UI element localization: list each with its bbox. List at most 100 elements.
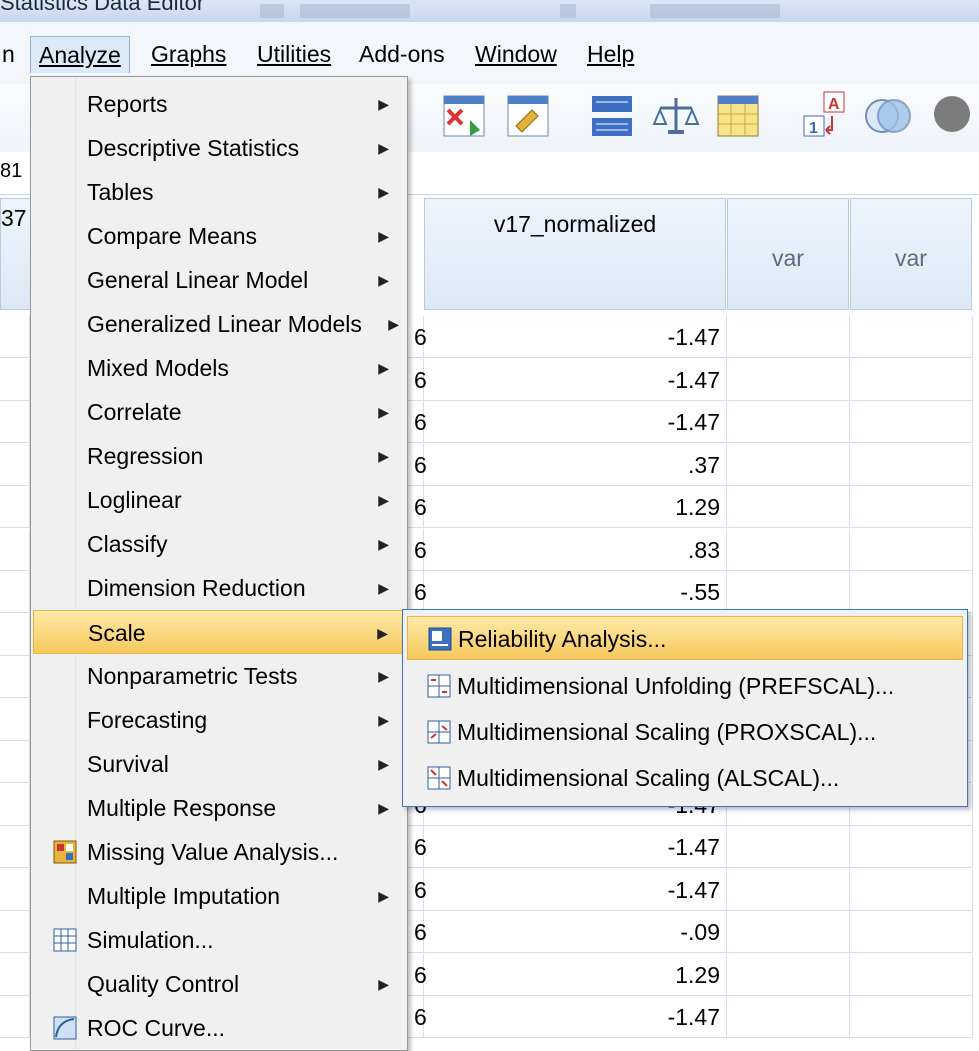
menu-item-tables[interactable]: Tables ▶: [33, 170, 405, 214]
table-cell-v17-normalized[interactable]: 1.29: [424, 953, 727, 996]
table-cell-v17-normalized[interactable]: -1.47: [424, 316, 727, 358]
weight-cases-icon[interactable]: [650, 90, 702, 142]
menu-item-survival[interactable]: Survival ▶: [33, 742, 405, 786]
table-cell-v17-normalized[interactable]: -1.47: [424, 401, 727, 443]
select-cases-icon[interactable]: [714, 90, 766, 142]
column-header[interactable]: 37: [0, 198, 32, 310]
table-cell-v17-normalized[interactable]: .37: [424, 443, 727, 486]
table-cell-var[interactable]: [850, 486, 973, 528]
menu-transform[interactable]: n: [0, 36, 23, 72]
table-cell[interactable]: [0, 996, 30, 1038]
menu-item-multiple-imputation[interactable]: Multiple Imputation ▶: [33, 874, 405, 918]
table-cell[interactable]: [0, 443, 30, 486]
submenu-arrow-icon: ▶: [378, 580, 389, 596]
table-cell-var[interactable]: [850, 996, 973, 1038]
menu-item-descriptive-statistics[interactable]: Descriptive Statistics ▶: [33, 126, 405, 170]
table-cell-var[interactable]: [727, 868, 850, 911]
table-cell-var[interactable]: [727, 316, 850, 358]
table-cell-var[interactable]: [850, 826, 973, 868]
table-cell-v17-normalized[interactable]: -1.47: [424, 996, 727, 1038]
menu-help[interactable]: Help: [579, 36, 642, 72]
value-labels-icon[interactable]: A 1: [800, 90, 852, 142]
menu-item-reliability-analysis[interactable]: Reliability Analysis...: [407, 616, 963, 660]
table-cell-v17-normalized[interactable]: -.55: [424, 571, 727, 613]
use-sets-icon[interactable]: [862, 90, 914, 142]
table-cell[interactable]: [0, 571, 30, 613]
table-cell-var[interactable]: [727, 826, 850, 868]
table-cell[interactable]: [0, 783, 30, 826]
table-cell-var[interactable]: [850, 571, 973, 613]
table-cell-var[interactable]: [727, 996, 850, 1038]
column-header-var[interactable]: var: [850, 198, 972, 310]
split-file-icon[interactable]: [588, 90, 640, 142]
menu-item-mixed-models[interactable]: Mixed Models ▶: [33, 346, 405, 390]
table-cell[interactable]: [0, 613, 30, 656]
menu-analyze[interactable]: Analyze: [30, 36, 130, 73]
table-cell[interactable]: [0, 953, 30, 996]
menu-item-loglinear[interactable]: Loglinear ▶: [33, 478, 405, 522]
menu-item-regression[interactable]: Regression ▶: [33, 434, 405, 478]
table-cell-var[interactable]: [727, 401, 850, 443]
menu-item-roc-curve[interactable]: ROC Curve...: [33, 1006, 405, 1050]
menu-item-scale[interactable]: Scale ▶: [33, 610, 405, 654]
menu-item-generalized-linear-models[interactable]: Generalized Linear Models ▶: [33, 302, 405, 346]
menu-item-simulation[interactable]: Simulation...: [33, 918, 405, 962]
table-cell[interactable]: [0, 741, 30, 783]
menu-graphs[interactable]: Graphs: [143, 36, 234, 72]
table-cell-var[interactable]: [850, 528, 973, 571]
menu-item-reports[interactable]: Reports ▶: [33, 82, 405, 126]
table-cell-v17-normalized[interactable]: .83: [424, 528, 727, 571]
menu-item-multidimensional-unfolding[interactable]: Multidimensional Unfolding (PREFSCAL)...: [407, 664, 963, 708]
table-cell-var[interactable]: [850, 358, 973, 401]
table-cell-var[interactable]: [727, 571, 850, 613]
menu-item-forecasting[interactable]: Forecasting ▶: [33, 698, 405, 742]
menu-item-compare-means[interactable]: Compare Means ▶: [33, 214, 405, 258]
table-cell[interactable]: [0, 911, 30, 953]
table-cell[interactable]: [0, 698, 30, 741]
menu-addons[interactable]: Add-ons: [351, 36, 453, 72]
table-cell[interactable]: [0, 358, 30, 401]
menu-utilities[interactable]: Utilities: [249, 36, 339, 72]
column-header-v17-normalized[interactable]: v17_normalized: [424, 198, 726, 310]
table-cell[interactable]: [0, 826, 30, 868]
insert-cases-icon[interactable]: [440, 90, 492, 142]
column-header-var[interactable]: var: [727, 198, 849, 310]
edit-variables-icon[interactable]: [504, 90, 556, 142]
menu-item-dimension-reduction[interactable]: Dimension Reduction ▶: [33, 566, 405, 610]
menu-item-missing-value-analysis[interactable]: Missing Value Analysis...: [33, 830, 405, 874]
table-cell-var[interactable]: [727, 528, 850, 571]
table-cell[interactable]: [0, 656, 30, 698]
menu-item-multidimensional-scaling-alscal[interactable]: Multidimensional Scaling (ALSCAL)...: [407, 756, 963, 800]
table-cell-var[interactable]: [727, 358, 850, 401]
menu-item-correlate[interactable]: Correlate ▶: [33, 390, 405, 434]
table-cell-var[interactable]: [850, 401, 973, 443]
table-cell-var[interactable]: [727, 443, 850, 486]
table-cell[interactable]: [0, 868, 30, 911]
table-cell-var[interactable]: [850, 316, 973, 358]
table-cell[interactable]: [0, 401, 30, 443]
menu-item-classify[interactable]: Classify ▶: [33, 522, 405, 566]
table-cell[interactable]: [0, 316, 30, 358]
table-cell-var[interactable]: [727, 486, 850, 528]
table-cell-var[interactable]: [850, 911, 973, 953]
menu-item-multiple-response[interactable]: Multiple Response ▶: [33, 786, 405, 830]
table-cell-var[interactable]: [850, 443, 973, 486]
table-cell-v17-normalized[interactable]: -1.47: [424, 826, 727, 868]
menu-item-general-linear-model[interactable]: General Linear Model ▶: [33, 258, 405, 302]
table-cell[interactable]: [0, 486, 30, 528]
table-cell-v17-normalized[interactable]: -1.47: [424, 868, 727, 911]
menu-window[interactable]: Window: [467, 36, 565, 72]
table-cell-v17-normalized[interactable]: -.09: [424, 911, 727, 953]
menu-item-nonparametric-tests[interactable]: Nonparametric Tests ▶: [33, 654, 405, 698]
table-cell[interactable]: [0, 528, 30, 571]
menu-item-quality-control[interactable]: Quality Control ▶: [33, 962, 405, 1006]
table-cell-var[interactable]: [727, 953, 850, 996]
menu-item-multidimensional-scaling-proxscal[interactable]: Multidimensional Scaling (PROXSCAL)...: [407, 710, 963, 754]
table-cell-v17-normalized[interactable]: -1.47: [424, 358, 727, 401]
show-all-variables-icon[interactable]: [926, 90, 978, 142]
table-cell-var[interactable]: [850, 953, 973, 996]
table-cell-v17-normalized[interactable]: 1.29: [424, 486, 727, 528]
table-cell-var[interactable]: [850, 868, 973, 911]
table-cell-var[interactable]: [727, 911, 850, 953]
simulation-icon: [53, 928, 77, 952]
